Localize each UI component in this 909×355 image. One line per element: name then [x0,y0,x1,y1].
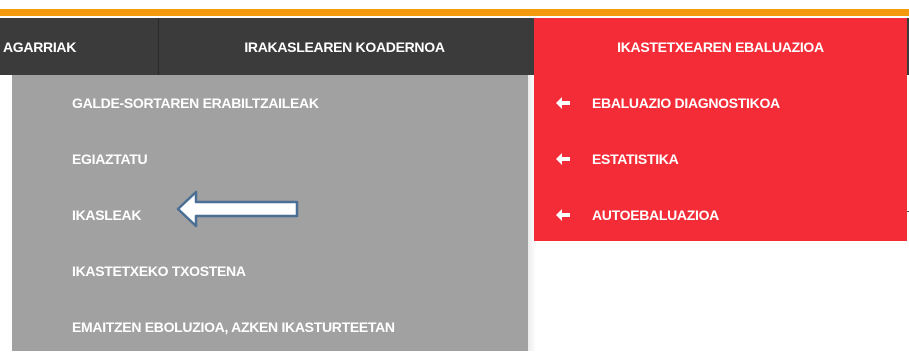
submenu-item-emaitzen-eboluzioa[interactable]: EMAITZEN EBOLUZIOA, AZKEN IKASTURTEETAN [12,299,528,355]
orange-accent-bar [0,9,909,16]
nav-item-ikastetxearen-ebaluazioa[interactable]: IKASTETXEAREN EBALUAZIOA [534,18,907,75]
submenu-item-label: ESTATISTIKA [592,151,679,167]
submenu-item-estatistika[interactable]: ESTATISTIKA [534,131,907,187]
submenu-item-ebaluazio-diagnostikoa[interactable]: EBALUAZIO DIAGNOSTIKOA [534,75,907,131]
nav-item-irakaslearen-koadernoa[interactable]: IRAKASLEAREN KOADERNOA [159,18,530,75]
submenu-item-label: EBALUAZIO DIAGNOSTIKOA [592,95,780,111]
pointer-arrow-icon [176,190,299,228]
top-accent-strip [0,0,909,18]
arrow-left-icon [534,97,592,109]
submenu-item-autoebaluazioa[interactable]: AUTOEBALUAZIOA [534,187,907,243]
submenu-item-label: AUTOEBALUAZIOA [592,207,719,223]
submenu-right: EBALUAZIO DIAGNOSTIKOA ESTATISTIKA AUTOE… [534,75,907,241]
submenu-item-galde-sortaren-erabiltzaileak[interactable]: GALDE-SORTAREN ERABILTZAILEAK [12,75,528,131]
arrow-left-icon [534,209,592,221]
submenu-item-ikastetxeko-txostena[interactable]: IKASTETXEKO TXOSTENA [12,243,528,299]
submenu-item-egiaztatu[interactable]: EGIAZTATU [12,131,528,187]
arrow-left-icon [534,153,592,165]
nav-item-agarriak[interactable]: AGARRIAK [0,18,158,75]
main-navbar: AGARRIAK IRAKASLEAREN KOADERNOA IKASTETX… [0,18,909,75]
